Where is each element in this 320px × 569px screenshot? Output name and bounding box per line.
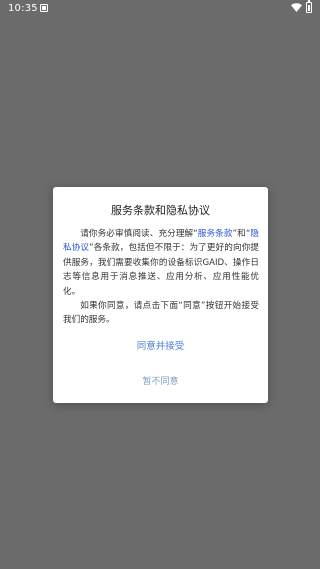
battery-icon: [306, 0, 312, 13]
wifi-icon: [291, 3, 302, 12]
consent-paragraph: 请你务必审慎阅读、充分理解“服务条款”和“隐私协议”各条款，包括但不限于：为了更…: [63, 227, 259, 299]
consent-text-and: ”和“: [232, 229, 251, 239]
status-time: 10:35: [8, 3, 38, 14]
terms-privacy-dialog: 服务条款和隐私协议 请你务必审慎阅读、充分理解“服务条款”和“隐私协议”各条款，…: [53, 187, 268, 403]
consent-text-intro: 请你务必审慎阅读、充分理解“: [80, 229, 198, 239]
notification-icon: [40, 4, 48, 12]
consent-text-details: ”各条款，包括但不限于：为了更好的向你提供服务，我们需要收集你的设备标识GAID…: [63, 243, 259, 297]
dialog-body: 请你务必审慎阅读、充分理解“服务条款”和“隐私协议”各条款，包括但不限于：为了更…: [63, 227, 259, 328]
dialog-title: 服务条款和隐私协议: [111, 204, 210, 217]
terms-of-service-link[interactable]: 服务条款: [198, 229, 233, 239]
status-bar: 10:35: [0, 0, 320, 18]
agree-button[interactable]: 同意并接受: [53, 338, 268, 356]
agree-instruction-paragraph: 如果你同意，请点击下面“同意”按钮开始接受我们的服务。: [63, 301, 259, 326]
disagree-button[interactable]: 暂不同意: [53, 373, 268, 391]
